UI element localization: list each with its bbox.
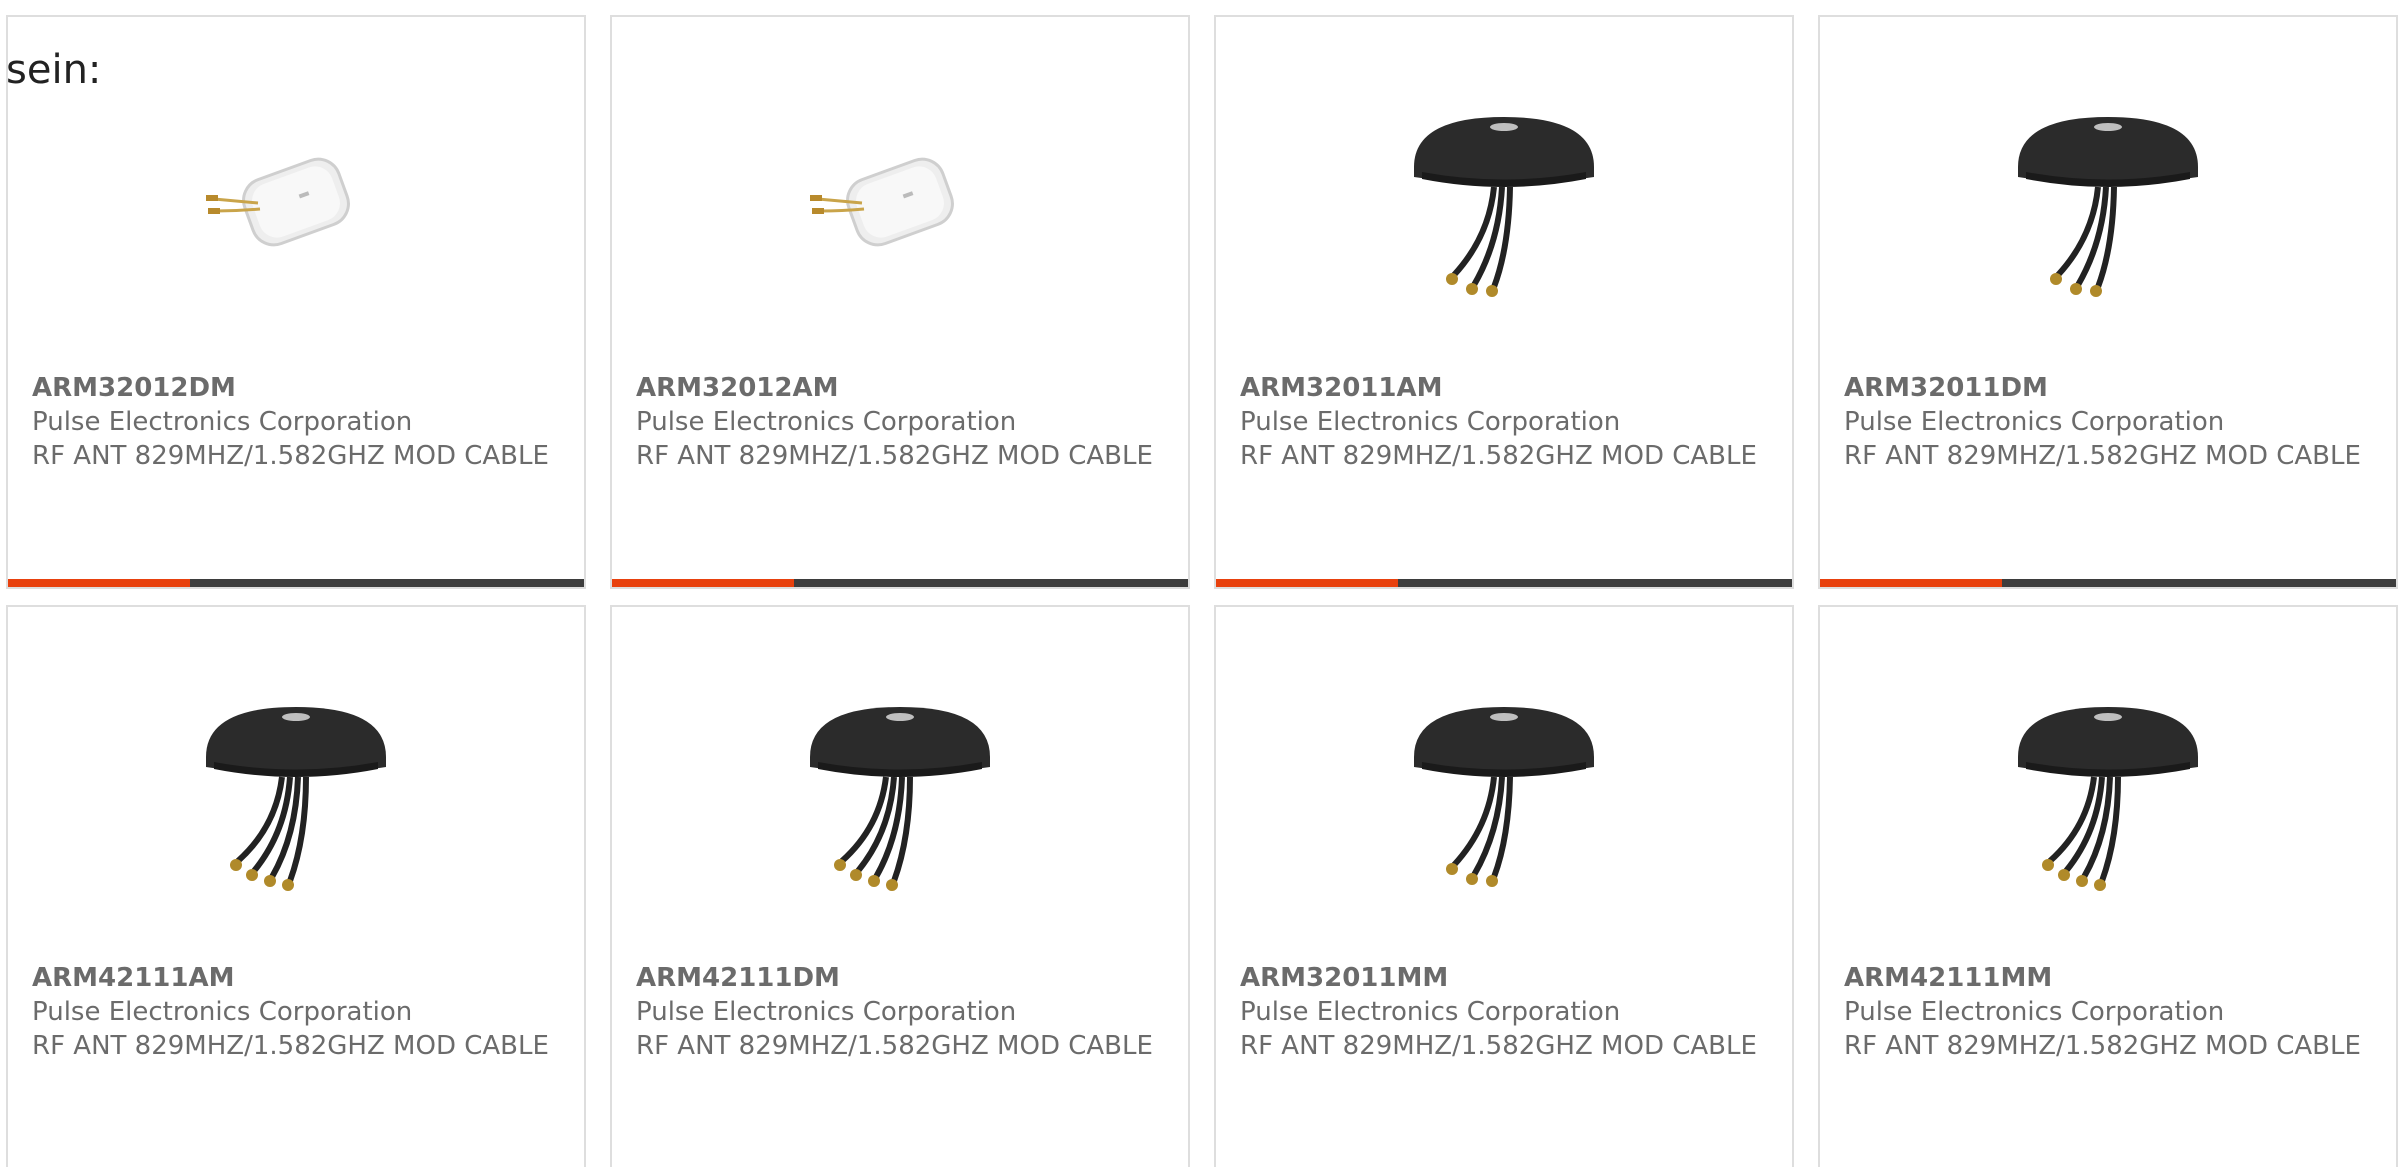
description: RF ANT 829MHZ/1.582GHZ MOD CABLE (636, 1031, 1153, 1061)
manufacturer: Pulse Electronics Corporation (1240, 997, 1621, 1027)
product-info: ARM32011DM Pulse Electronics Corporation… (1844, 371, 2364, 473)
product-info: ARM42111AM Pulse Electronics Corporation… (32, 961, 552, 1063)
description: RF ANT 829MHZ/1.582GHZ MOD CABLE (1844, 1031, 2361, 1061)
black-antenna-icon (1414, 707, 1594, 887)
part-number[interactable]: ARM32012DM (32, 371, 552, 405)
black-antenna-icon (1414, 117, 1594, 297)
card-bar (612, 579, 1188, 587)
product-info: ARM32011AM Pulse Electronics Corporation… (1240, 371, 1760, 473)
product-card[interactable]: ARM32011MM Pulse Electronics Corporation… (1214, 605, 1794, 1167)
description: RF ANT 829MHZ/1.582GHZ MOD CABLE (1240, 1031, 1757, 1061)
product-card[interactable]: ARM32012DM Pulse Electronics Corporation… (6, 15, 586, 589)
part-number[interactable]: ARM42111AM (32, 961, 552, 995)
product-image[interactable] (1216, 77, 1792, 317)
manufacturer: Pulse Electronics Corporation (1844, 407, 2225, 437)
manufacturer: Pulse Electronics Corporation (32, 407, 413, 437)
product-card[interactable]: ARM32012AM Pulse Electronics Corporation… (610, 15, 1190, 589)
card-bar (1820, 579, 2396, 587)
part-number[interactable]: ARM32011AM (1240, 371, 1760, 405)
black-antenna-icon (206, 707, 386, 891)
product-info: ARM32011MM Pulse Electronics Corporation… (1240, 961, 1760, 1063)
product-card[interactable]: ARM42111DM Pulse Electronics Corporation… (610, 605, 1190, 1167)
product-card[interactable]: ARM32011DM Pulse Electronics Corporation… (1818, 15, 2398, 589)
card-bar-accent (612, 579, 794, 587)
product-info: ARM42111DM Pulse Electronics Corporation… (636, 961, 1156, 1063)
product-image[interactable] (612, 667, 1188, 907)
manufacturer: Pulse Electronics Corporation (1240, 407, 1621, 437)
description: RF ANT 829MHZ/1.582GHZ MOD CABLE (1240, 441, 1757, 471)
product-image[interactable] (1820, 77, 2396, 317)
description: RF ANT 829MHZ/1.582GHZ MOD CABLE (32, 1031, 549, 1061)
manufacturer: Pulse Electronics Corporation (32, 997, 413, 1027)
product-grid-page: sein: ARM32012DM Pulse Electronics Corpo… (0, 0, 2400, 1167)
intro-text: sein: (6, 47, 102, 93)
card-bar-accent (1216, 579, 1398, 587)
product-card[interactable]: ARM42111MM Pulse Electronics Corporation… (1818, 605, 2398, 1167)
product-card[interactable]: ARM42111AM Pulse Electronics Corporation… (6, 605, 586, 1167)
part-number[interactable]: ARM42111DM (636, 961, 1156, 995)
description: RF ANT 829MHZ/1.582GHZ MOD CABLE (32, 441, 549, 471)
product-info: ARM42111MM Pulse Electronics Corporation… (1844, 961, 2364, 1063)
card-bar-accent (8, 579, 190, 587)
white-antenna-icon (810, 157, 954, 247)
manufacturer: Pulse Electronics Corporation (636, 997, 1017, 1027)
product-info: ARM32012DM Pulse Electronics Corporation… (32, 371, 552, 473)
part-number[interactable]: ARM32012AM (636, 371, 1156, 405)
product-card[interactable]: ARM32011AM Pulse Electronics Corporation… (1214, 15, 1794, 589)
product-image[interactable] (1820, 667, 2396, 907)
product-image[interactable] (1216, 667, 1792, 907)
black-antenna-icon (2018, 117, 2198, 297)
white-antenna-icon (206, 157, 350, 247)
manufacturer: Pulse Electronics Corporation (636, 407, 1017, 437)
product-image[interactable] (8, 77, 584, 317)
description: RF ANT 829MHZ/1.582GHZ MOD CABLE (636, 441, 1153, 471)
part-number[interactable]: ARM32011MM (1240, 961, 1760, 995)
card-bar (8, 579, 584, 587)
part-number[interactable]: ARM32011DM (1844, 371, 2364, 405)
card-bar (1216, 579, 1792, 587)
black-antenna-icon (810, 707, 990, 891)
card-bar-accent (1820, 579, 2002, 587)
black-antenna-icon (2018, 707, 2198, 891)
product-image[interactable] (612, 77, 1188, 317)
product-image[interactable] (8, 667, 584, 907)
part-number[interactable]: ARM42111MM (1844, 961, 2364, 995)
product-info: ARM32012AM Pulse Electronics Corporation… (636, 371, 1156, 473)
description: RF ANT 829MHZ/1.582GHZ MOD CABLE (1844, 441, 2361, 471)
manufacturer: Pulse Electronics Corporation (1844, 997, 2225, 1027)
